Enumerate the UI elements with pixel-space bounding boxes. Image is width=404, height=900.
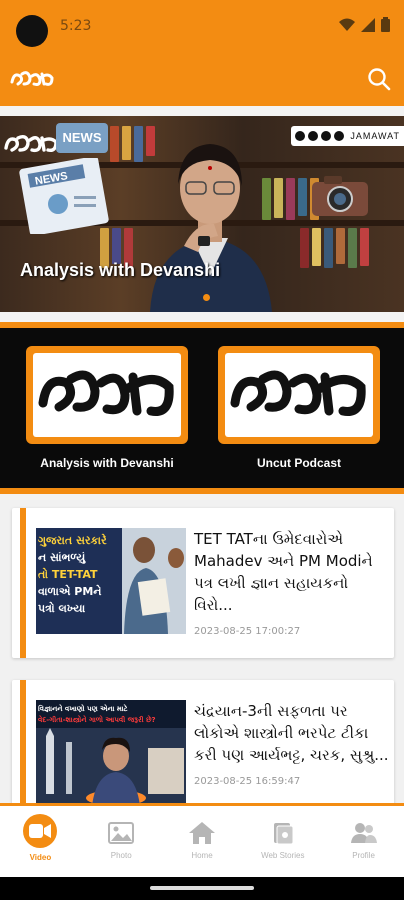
system-gesture-area bbox=[0, 877, 404, 900]
profile-icon bbox=[349, 820, 379, 846]
nav-label: Web Stories bbox=[261, 851, 305, 860]
nav-item-home[interactable]: Home bbox=[162, 806, 243, 877]
category-card[interactable]: Uncut Podcast bbox=[218, 346, 384, 470]
hero-logo bbox=[4, 134, 58, 153]
category-label: Uncut Podcast bbox=[256, 456, 341, 470]
search-button[interactable] bbox=[366, 66, 392, 92]
search-icon bbox=[368, 68, 391, 91]
nav-item-web-stories[interactable]: Web Stories bbox=[242, 806, 323, 877]
category-card[interactable]: Analysis with Devanshi bbox=[26, 346, 192, 470]
news-thumbnail: વિજ્ઞાનને વખાણો પણ એના માટે વેદ-ગીતા-શાસ… bbox=[36, 700, 186, 805]
thumb-caption: તો TET-TAT bbox=[38, 568, 98, 581]
status-bar: 5:23 bbox=[0, 0, 404, 50]
thumb-caption: વાળાએ PMને bbox=[38, 585, 102, 598]
home-icon bbox=[187, 820, 217, 846]
nav-label: Photo bbox=[110, 851, 132, 860]
thumb-caption: વેદ-ગીતા-શાસ્ત્રોને ગાળો આપવી જરૂરી છે? bbox=[38, 716, 156, 724]
photo-icon bbox=[106, 820, 136, 846]
nav-item-photo[interactable]: Photo bbox=[81, 806, 162, 877]
web-stories-icon bbox=[268, 820, 298, 846]
instagram-icon bbox=[308, 131, 319, 141]
news-date: 2023-08-25 16:59:47 bbox=[194, 776, 301, 787]
category-logo-glyph bbox=[230, 370, 366, 416]
hero-banner[interactable]: NEWS NEWS JAMAWAT Analysis with Devanshi bbox=[0, 116, 404, 312]
video-icon bbox=[23, 814, 58, 848]
news-title: ચંદ્રયાન-3ની સફળતા પર લોકોએ શાસ્ત્રોની ભ… bbox=[194, 702, 389, 764]
card-accent bbox=[20, 680, 26, 805]
nav-item-profile[interactable]: Profile bbox=[323, 806, 404, 877]
news-card[interactable]: વિજ્ઞાનને વખાણો પણ એના માટે વેદ-ગીતા-શાસ… bbox=[12, 680, 394, 805]
thumb-caption: ન સાંભળ્યું bbox=[38, 551, 86, 564]
thumb-caption: વિજ્ઞાનને વખાણો પણ એના માટે bbox=[38, 705, 128, 713]
presenter-image bbox=[150, 144, 272, 312]
newspaper-illustration: NEWS bbox=[19, 158, 109, 234]
status-icons bbox=[339, 17, 390, 32]
thumb-caption: ગુજરાત સરકારે bbox=[38, 534, 107, 547]
thumb-caption: પત્રો લખ્યા bbox=[38, 602, 86, 615]
news-title: TET TATના ઉમેદવારોએ Mahadev અને PM Modiન… bbox=[194, 530, 373, 614]
hero-title: Analysis with Devanshi bbox=[20, 260, 221, 280]
thumb-person-image bbox=[122, 528, 186, 634]
battery-icon bbox=[381, 17, 390, 32]
carousel-indicator[interactable] bbox=[203, 294, 210, 301]
social-handle: JAMAWAT bbox=[350, 131, 400, 141]
thumb-rocket-image bbox=[36, 728, 186, 805]
twitter-icon bbox=[334, 131, 345, 141]
camera-cutout bbox=[16, 15, 48, 47]
nav-label: Home bbox=[191, 851, 213, 860]
news-date: 2023-08-25 17:00:27 bbox=[194, 626, 301, 637]
news-card[interactable]: ગુજરાત સરકારે ન સાંભળ્યું તો TET-TAT વાળ… bbox=[12, 508, 394, 658]
app-screen: 5:23 NEWS NEWS JAMAWAT Analysis with Dev… bbox=[0, 0, 404, 900]
card-accent bbox=[20, 508, 26, 658]
app-bar bbox=[0, 50, 404, 106]
news-feed[interactable]: ગુજરાત સરકારે ન સાંભળ્યું તો TET-TAT વાળ… bbox=[0, 500, 404, 805]
signal-icon bbox=[361, 17, 375, 32]
youtube-icon bbox=[321, 131, 332, 141]
category-logo bbox=[218, 346, 380, 444]
nav-label: Profile bbox=[352, 851, 375, 860]
book-row bbox=[300, 228, 369, 268]
category-logo-glyph bbox=[38, 370, 174, 416]
social-handle-strip: JAMAWAT bbox=[291, 126, 404, 146]
category-label: Analysis with Devanshi bbox=[40, 456, 174, 470]
status-time: 5:23 bbox=[60, 18, 92, 34]
news-thumbnail: ગુજરાત સરકારે ન સાંભળ્યું તો TET-TAT વાળ… bbox=[36, 528, 186, 634]
news-sign: NEWS bbox=[56, 123, 108, 153]
nav-label: Video bbox=[29, 853, 52, 862]
bottom-navigation: Video Photo Home Web Stories Profile bbox=[0, 803, 404, 877]
camera-illustration bbox=[312, 176, 368, 216]
facebook-icon bbox=[295, 131, 306, 141]
nav-item-video[interactable]: Video bbox=[0, 806, 81, 877]
app-logo[interactable] bbox=[10, 68, 54, 90]
category-section: Analysis with Devanshi Uncut Podcast bbox=[0, 322, 404, 494]
home-gesture-handle[interactable] bbox=[150, 886, 254, 890]
wifi-icon bbox=[339, 18, 355, 31]
category-logo bbox=[26, 346, 188, 444]
